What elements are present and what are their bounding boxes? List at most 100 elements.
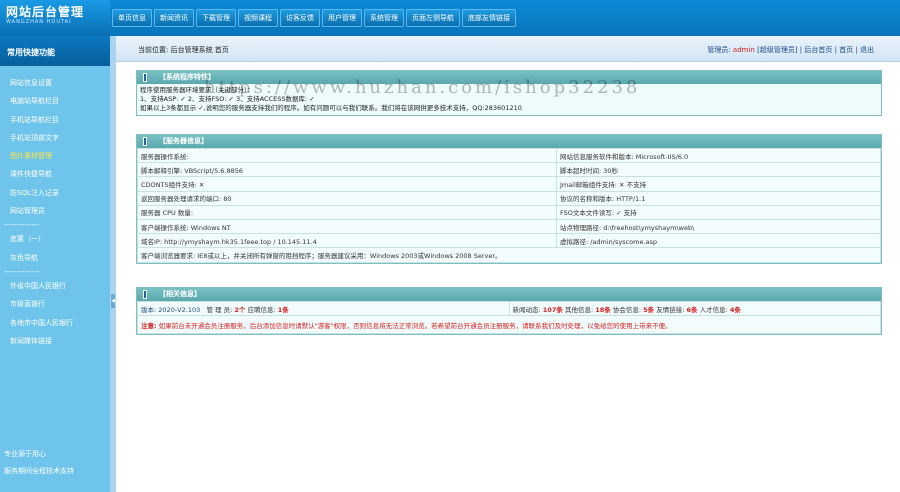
sidebar-title: 常用快捷功能: [0, 36, 110, 66]
stat-label: 应聘信息:: [247, 305, 276, 314]
sidebar-item-local-bank[interactable]: 各地市中国人民银行: [0, 314, 110, 332]
sidebar-item-pc-nav[interactable]: 电脑站导航栏目: [0, 92, 110, 110]
collapse-arrow-icon[interactable]: ◀: [111, 294, 115, 308]
nav-single-page[interactable]: 单页信息: [112, 9, 152, 27]
version-label: 版本:: [141, 305, 157, 314]
table-row: CDONTS组件支持: ✕ Jmail邮箱组件支持: ✕ 不支持: [137, 176, 882, 192]
watermark-text: https://www.huzhan.com/ishop32238: [204, 77, 641, 98]
table-row: 域名IP: http://ymyshaym.hk35.1feee.top / 1…: [137, 233, 882, 249]
sidebar-item-admins[interactable]: 网站管理员: [0, 202, 110, 220]
table-cell: 脚本解释引擎: VBScript/5.6.8856: [137, 162, 557, 178]
nav-news[interactable]: 新闻资讯: [154, 9, 194, 27]
user-bar: 管理员: admin [超级管理员] | 后台首页 | 首页 | 退出: [707, 45, 874, 55]
sidebar-separator: --------------: [4, 221, 40, 230]
sidebar-footer: 专业源于用心 服务期间全程技术支持: [4, 446, 74, 480]
notice-label: 注意:: [141, 321, 157, 330]
table-cell: CDONTS组件支持: ✕: [137, 176, 557, 192]
stat-value: 5条: [643, 305, 655, 314]
table-cell: 协议的名称和版本: HTTP/1.1: [555, 190, 882, 206]
table-cell: 版本: 2020-V2.103 管 理 员: 2个 应聘信息: 1条: [137, 300, 510, 317]
logo: 网站后台管理 WANGZHAN HOUTAI: [0, 0, 110, 36]
nav-left-menu[interactable]: 页面左侧导航: [406, 9, 460, 27]
table-cell: 客户端浏览器要求: IE8或以上，并关闭所有弹窗的阻挡程序；服务器建议采用：Wi…: [137, 247, 881, 263]
nav-system[interactable]: 系统管理: [364, 9, 404, 27]
table-row: 客户端浏览器要求: IE8或以上，并关闭所有弹窗的阻挡程序；服务器建议采用：Wi…: [137, 247, 881, 263]
panel-title: 【相关信息】: [159, 290, 201, 298]
stat-label: 其他信息:: [564, 305, 594, 314]
sidebar-menu: 网站信息设置 电脑站导航栏目 手机站导航栏目 手机站顶部文字 图片素材管理 课件…: [0, 66, 110, 350]
panel-header: 【服务器信息】: [137, 135, 881, 148]
feature-line: 如果以上3条都显示 ✓,说明您的服务器支持我们的程序。如有问题可以与我们联系。我…: [140, 104, 522, 112]
panel-icon: [143, 73, 147, 82]
breadcrumb: 当前位置: 后台管理系统 首页: [138, 46, 229, 54]
sidebar-item-province-bank[interactable]: 外省中国人民银行: [0, 277, 110, 295]
stat-label: 管 理 员:: [206, 305, 233, 314]
sidebar-footer-line: 专业源于用心: [4, 450, 46, 458]
top-header: 网站后台管理 WANGZHAN HOUTAI 单页信息 新闻资讯 下载管理 视频…: [0, 0, 900, 36]
sidebar-item-mobile-nav[interactable]: 手机站导航栏目: [0, 111, 110, 129]
stat-value: 1条: [277, 305, 289, 314]
breadcrumb-bar: 当前位置: 后台管理系统 首页 管理员: admin [超级管理员] | 后台首…: [116, 36, 900, 62]
nav-footer-links[interactable]: 底部友情链接: [462, 9, 516, 27]
sidebar-item-base-one[interactable]: 底置（一）: [0, 230, 110, 248]
sidebar-footer-line: 服务期间全程技术支持: [4, 467, 74, 475]
table-cell: FSO文本文件读写: ✓ 支持: [555, 204, 882, 220]
top-nav: 单页信息 新闻资讯 下载管理 视频课程 访客反馈 用户管理 系统管理 页面左侧导…: [112, 9, 516, 27]
nav-downloads[interactable]: 下载管理: [196, 9, 236, 27]
table-row: 版本: 2020-V2.103 管 理 员: 2个 应聘信息: 1条 新闻动态:…: [137, 300, 881, 317]
table-cell: 服务器操作系统:: [137, 147, 557, 164]
sidebar-item-mobile-top-text[interactable]: 手机站顶部文字: [0, 129, 110, 147]
related-info-table: 版本: 2020-V2.103 管 理 员: 2个 应聘信息: 1条 新闻动态:…: [137, 300, 881, 335]
sidebar-item-course-nav[interactable]: 课件快捷导航: [0, 165, 110, 183]
table-cell: 客户端操作系统: Windows NT: [137, 218, 557, 235]
table-row: 返回服务器处理请求的端口: 80 协议的名称和版本: HTTP/1.1: [137, 190, 882, 206]
version-value: 2020-V2.103: [158, 305, 201, 314]
table-cell: 服务器 CPU 数量:: [137, 204, 557, 220]
stat-value: 6条: [686, 305, 698, 314]
sidebar-item-image-assets[interactable]: 图片素材管理: [0, 147, 110, 165]
table-cell: 站点物理路径: d:\freehost\ymyshaym\web\: [555, 218, 882, 235]
user-name: admin: [732, 46, 755, 54]
sidebar-item-gray-nav[interactable]: 灰色导航: [0, 249, 110, 267]
nav-video-courses[interactable]: 视频课程: [238, 9, 278, 27]
sidebar-item-media-links[interactable]: 新闻媒体链接: [0, 332, 110, 350]
table-cell: 注意: 如果前台未开通会员注册服务，后台添加信息时请默认"游客"权限，否则信息将…: [137, 315, 881, 335]
table-cell: 虚拟路径: /admin/syscome.asp: [555, 233, 882, 249]
nav-users[interactable]: 用户管理: [322, 9, 362, 27]
sidebar-separator: --------------: [4, 267, 40, 276]
user-links[interactable]: | 后台首页 | 首页 | 退出: [800, 46, 874, 54]
server-info-table: 服务器操作系统: 网站信息服务软件和版本: Microsoft-IIS/6.0 …: [137, 147, 882, 263]
table-cell: 网站信息服务软件和版本: Microsoft-IIS/6.0: [555, 147, 882, 164]
table-cell: 返回服务器处理请求的端口: 80: [137, 190, 557, 206]
table-cell: Jmail邮箱组件支持: ✕ 不支持: [555, 176, 882, 192]
table-row: 服务器 CPU 数量: FSO文本文件读写: ✓ 支持: [137, 204, 882, 220]
panel-title: 【服务器信息】: [159, 137, 208, 145]
nav-feedback[interactable]: 访客反馈: [280, 9, 320, 27]
user-role: [超级管理员]: [757, 46, 798, 54]
panel-header: 【相关信息】: [137, 288, 881, 301]
stat-label: 协会信息:: [612, 305, 642, 314]
panel-icon: [143, 290, 147, 299]
user-prefix: 管理员:: [707, 46, 731, 54]
stat-label: 人才信息:: [699, 305, 728, 314]
stat-label: 友情链接:: [656, 305, 685, 314]
table-row: 脚本解释引擎: VBScript/5.6.8856 脚本超时时间: 30秒: [137, 162, 882, 178]
panel-icon: [143, 137, 147, 146]
sidebar-item-site-settings[interactable]: 网站信息设置: [0, 74, 110, 92]
stat-value: 107条: [542, 305, 563, 314]
server-info-panel: 【服务器信息】 服务器操作系统: 网站信息服务软件和版本: Microsoft-…: [136, 134, 882, 264]
sidebar: 常用快捷功能 网站信息设置 电脑站导航栏目 手机站导航栏目 手机站顶部文字 图片…: [0, 36, 110, 492]
stat-value: 4条: [729, 305, 741, 314]
sidebar-item-city-bank[interactable]: 市级直银行: [0, 295, 110, 313]
table-row: 服务器操作系统: 网站信息服务软件和版本: Microsoft-IIS/6.0: [137, 147, 882, 164]
table-cell: 脚本超时时间: 30秒: [555, 162, 882, 178]
table-cell: 新闻动态: 107条 其他信息: 18条 协会信息: 5条 友情链接: 6条 人…: [508, 300, 881, 317]
main-content: 当前位置: 后台管理系统 首页 管理员: admin [超级管理员] | 后台首…: [116, 36, 900, 492]
related-info-panel: 【相关信息】 版本: 2020-V2.103 管 理 员: 2个 应聘信息: 1…: [136, 287, 882, 336]
table-row: 注意: 如果前台未开通会员注册服务，后台添加信息时请默认"游客"权限，否则信息将…: [137, 315, 881, 335]
notice-text: 如果前台未开通会员注册服务，后台添加信息时请默认"游客"权限，否则信息将无法正常…: [158, 321, 672, 330]
table-cell: 域名IP: http://ymyshaym.hk35.1feee.top / 1…: [137, 233, 557, 249]
sidebar-item-sql-log[interactable]: 防SQL注入记录: [0, 184, 110, 202]
stat-value: 18条: [595, 305, 611, 314]
table-row: 客户端操作系统: Windows NT 站点物理路径: d:\freehost\…: [137, 218, 882, 235]
